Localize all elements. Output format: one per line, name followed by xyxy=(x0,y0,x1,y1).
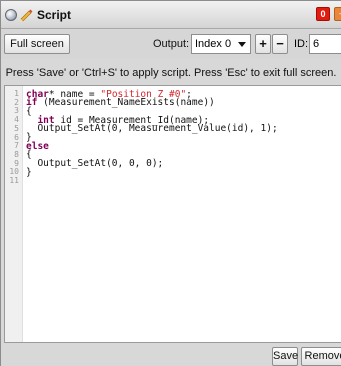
window-title: Script xyxy=(37,8,72,22)
id-label: ID: xyxy=(294,38,309,50)
window-orb-icon[interactable] xyxy=(5,9,17,21)
pencil-icon xyxy=(20,9,33,22)
id-field[interactable]: 6 xyxy=(309,34,341,54)
output-select-value: Index 0 xyxy=(195,38,232,50)
toolbar: Full screen Output: Index 0 + − ID: 6 xyxy=(1,30,341,59)
line-number: 1 xyxy=(14,89,19,98)
add-output-button[interactable]: + xyxy=(255,34,271,54)
output-label: Output: xyxy=(153,38,190,50)
code-line: Output_SetAt(0, Measurement_Value(id), 1… xyxy=(26,123,278,135)
output-select[interactable]: Index 0 xyxy=(191,34,251,54)
line-number: 4 xyxy=(14,115,19,125)
title-bar[interactable]: Script 0 – xyxy=(1,1,341,29)
line-number: 5 xyxy=(14,123,19,133)
footer-bar: Save Remove xyxy=(1,345,341,366)
remove-output-button[interactable]: − xyxy=(272,34,288,54)
help-text: Press 'Save' or 'Ctrl+S' to apply script… xyxy=(5,67,337,79)
code-line: Output_SetAt(0, 0, 0); xyxy=(26,158,164,170)
script-editor[interactable]: 1 2 3 4 5 6 7 8 9 10 11 char* name = "Position Z #… xyxy=(4,85,341,343)
close-button[interactable]: 0 xyxy=(316,7,330,21)
dropdown-arrow-icon xyxy=(238,42,246,47)
remove-button[interactable]: Remove xyxy=(301,347,341,366)
script-window: Script 0 – Full screen Output: Index 0 +… xyxy=(0,0,341,366)
code-line: } xyxy=(26,166,32,178)
full-screen-button[interactable]: Full screen xyxy=(4,34,70,54)
line-number: 11 xyxy=(9,176,19,185)
save-button[interactable]: Save xyxy=(272,347,298,366)
line-number: 8 xyxy=(14,149,19,159)
minimize-button[interactable]: – xyxy=(334,7,341,21)
line-number: 7 xyxy=(14,141,19,151)
code-line: if (Measurement_NameExists(name)) xyxy=(26,97,215,109)
